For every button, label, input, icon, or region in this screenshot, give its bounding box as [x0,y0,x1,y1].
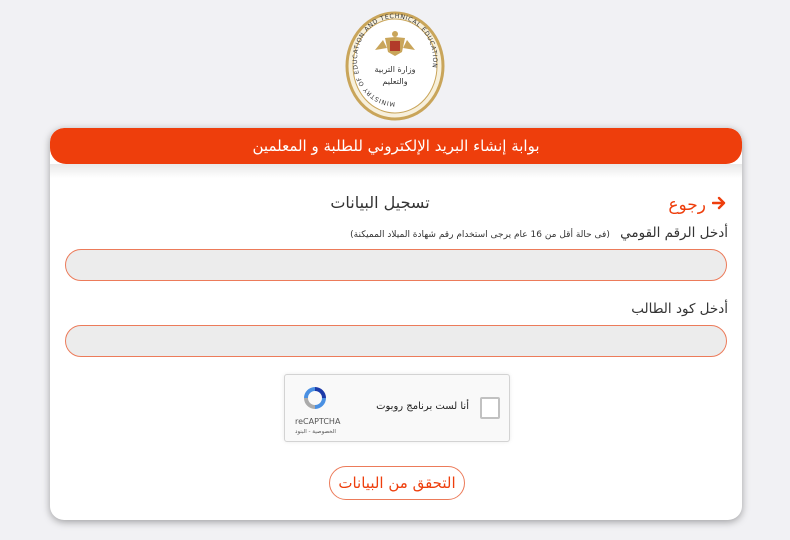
ministry-logo: MINISTRY OF EDUCATION AND TECHNICAL EDUC… [345,10,445,122]
recaptcha-widget: أنا لست برنامج روبوت reCAPTCHA الخصوصية … [284,374,510,442]
recaptcha-logo-icon [301,384,329,412]
recaptcha-label: أنا لست برنامج روبوت [376,401,469,412]
student-code-input[interactable] [65,325,727,357]
header-shadow [50,164,742,178]
verify-data-button[interactable]: التحقق من البيانات [329,466,465,500]
national-id-hint: (فى حالة أقل من 16 عام يرجى استخدام رقم … [350,230,610,240]
portal-header: بوابة إنشاء البريد الإلكتروني للطلبة و ا… [50,128,742,164]
recaptcha-privacy-links[interactable]: الخصوصية - البنود [295,429,336,435]
arrow-right-icon [711,195,726,215]
national-id-label-row: أدخل الرقم القومي (فى حالة أقل من 16 عام… [350,225,728,241]
svg-text:والتعليم: والتعليم [382,77,407,86]
svg-text:وزارة التربية: وزارة التربية [375,65,416,74]
registration-card: بوابة إنشاء البريد الإلكتروني للطلبة و ا… [50,128,742,520]
recaptcha-brand: reCAPTCHA [295,417,341,426]
national-id-label: أدخل الرقم القومي [620,225,728,241]
recaptcha-checkbox[interactable] [480,397,500,419]
national-id-input[interactable] [65,249,727,281]
form-title: تسجيل البيانات [330,193,430,212]
back-label: رجوع [668,195,706,215]
student-code-label: أدخل كود الطالب [631,301,728,317]
back-link[interactable]: رجوع [668,195,726,215]
portal-title: بوابة إنشاء البريد الإلكتروني للطلبة و ا… [252,137,540,155]
